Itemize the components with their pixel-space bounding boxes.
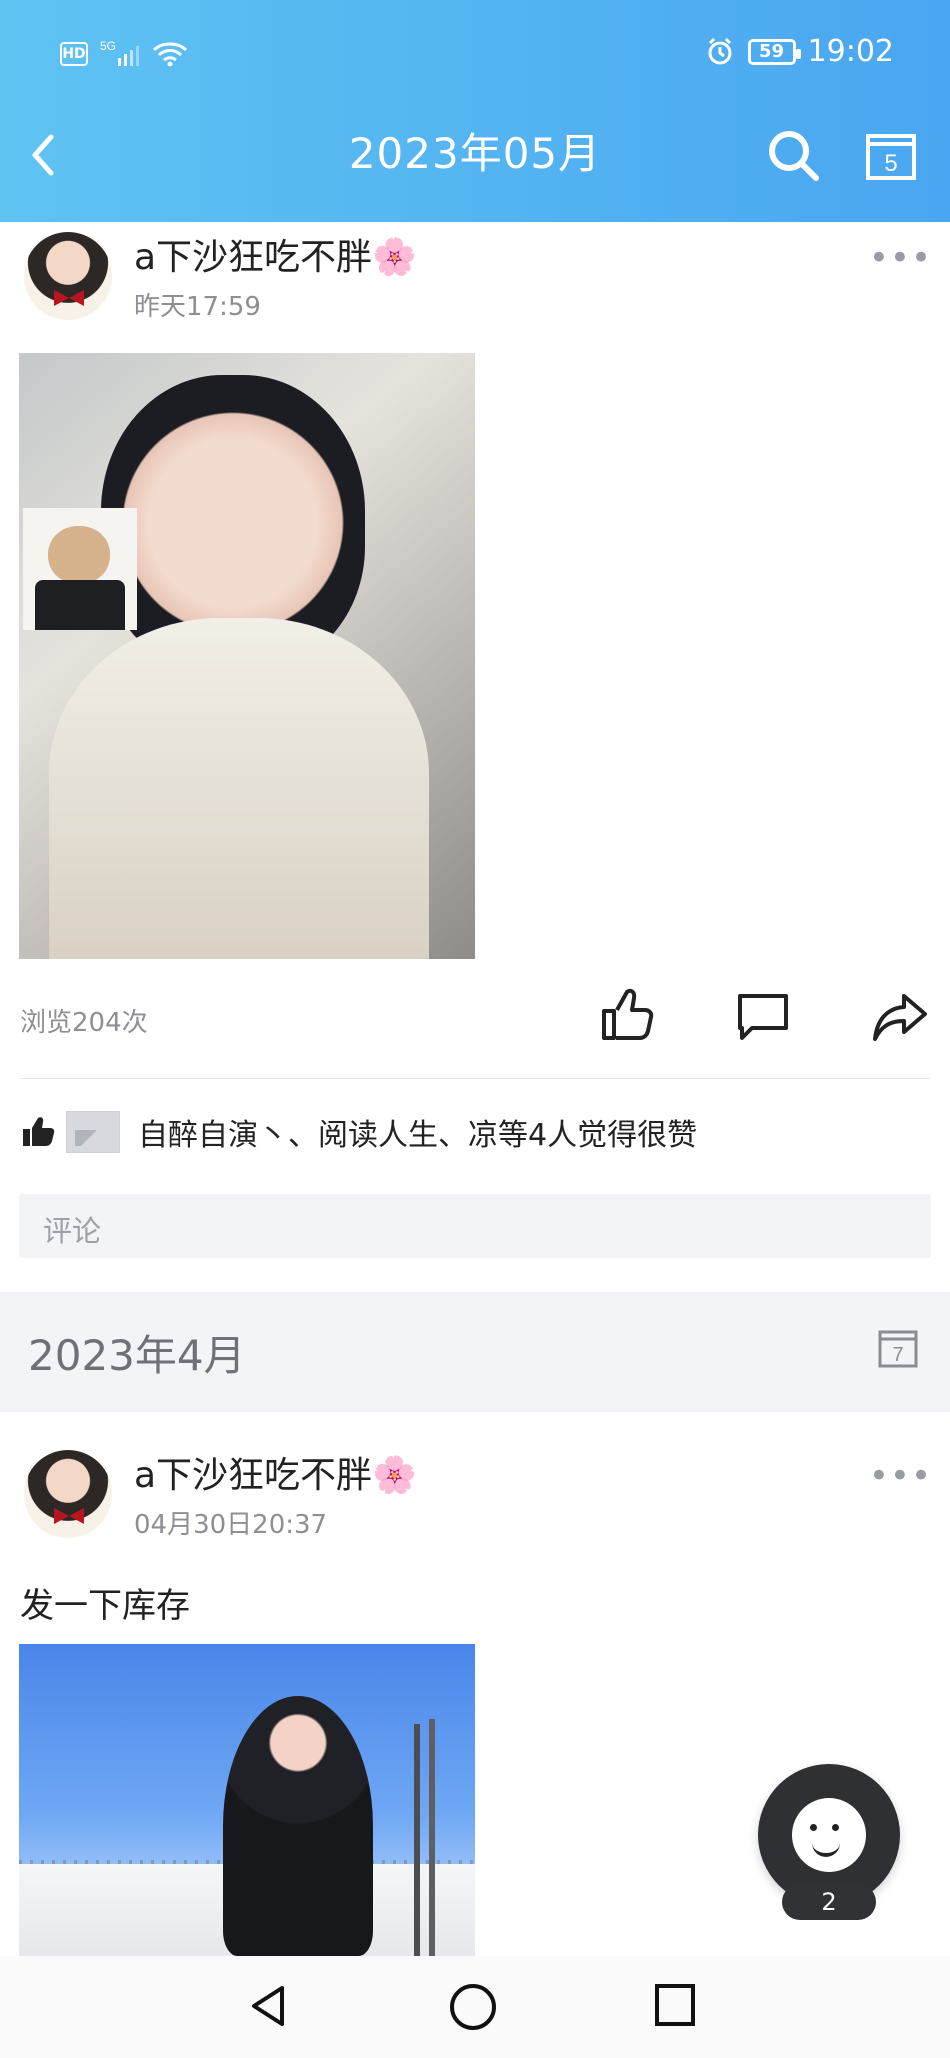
month-calendar-day: 7 bbox=[892, 1344, 903, 1366]
image-placeholder-icon bbox=[66, 1111, 120, 1153]
app-screen: HD 5G 59 19:02 2023年05月 5 a下沙狂吃不胖🌸 昨天17:… bbox=[0, 0, 950, 2058]
month-label: 2023年4月 bbox=[28, 1331, 246, 1380]
nav-recent-button[interactable] bbox=[655, 1984, 695, 2026]
comment-icon bbox=[738, 994, 788, 1040]
status-right: 59 19:02 bbox=[704, 34, 894, 69]
comment-button[interactable] bbox=[732, 986, 794, 1048]
post-time: 04月30日20:37 bbox=[134, 1510, 328, 1540]
system-nav-bar bbox=[0, 1956, 950, 2058]
author-name[interactable]: a下沙狂吃不胖🌸 bbox=[134, 228, 417, 280]
post-image[interactable] bbox=[19, 1644, 475, 1956]
calendar-day-label: 5 bbox=[884, 150, 897, 177]
alarm-icon bbox=[708, 37, 732, 64]
battery-indicator: 59 bbox=[747, 38, 801, 65]
comment-input[interactable]: 评论 bbox=[19, 1194, 931, 1258]
floating-badge: 2 bbox=[782, 1884, 876, 1920]
avatar[interactable] bbox=[24, 1450, 112, 1538]
divider bbox=[20, 1078, 930, 1079]
status-time: 19:02 bbox=[807, 34, 894, 69]
search-icon bbox=[769, 131, 819, 181]
share-icon bbox=[873, 994, 927, 1041]
author-name[interactable]: a下沙狂吃不胖🌸 bbox=[134, 1446, 417, 1498]
hd-badge: HD bbox=[60, 42, 88, 66]
more-button[interactable]: ••• bbox=[869, 238, 932, 278]
status-left: HD 5G bbox=[60, 38, 188, 70]
more-button[interactable]: ••• bbox=[869, 1456, 932, 1496]
post-time: 昨天17:59 bbox=[134, 292, 261, 322]
wifi-icon bbox=[152, 42, 188, 67]
more-icon: ••• bbox=[868, 238, 932, 278]
cat-suit bbox=[35, 580, 125, 630]
more-icon: ••• bbox=[868, 1456, 932, 1496]
smile-icon bbox=[792, 1798, 866, 1872]
month-calendar-icon[interactable]: 7 bbox=[876, 1326, 920, 1370]
view-count: 浏览204次 bbox=[20, 1008, 148, 1038]
avatar[interactable] bbox=[24, 232, 112, 320]
like-small-icon bbox=[23, 1117, 55, 1146]
person-shirt bbox=[49, 618, 429, 959]
share-button[interactable] bbox=[870, 986, 932, 1048]
signal-label: 5G bbox=[100, 39, 116, 53]
likes-text: 自醉自演丶、阅读人生、凉等4人觉得很赞 bbox=[138, 1118, 698, 1153]
ski-pole bbox=[429, 1719, 435, 1956]
likes-row[interactable]: 自醉自演丶、阅读人生、凉等4人觉得很赞 bbox=[20, 1110, 697, 1154]
month-section: 2023年4月 7 bbox=[0, 1292, 950, 1412]
top-header: HD 5G 59 19:02 2023年05月 5 bbox=[0, 0, 950, 222]
like-icon bbox=[602, 988, 654, 1040]
ski-pole bbox=[414, 1724, 420, 1956]
signal-icon: 5G bbox=[100, 39, 139, 66]
post-text: 发一下库存 bbox=[20, 1586, 190, 1626]
cat-head bbox=[48, 526, 110, 584]
cat-sticker bbox=[23, 508, 137, 630]
like-button[interactable] bbox=[595, 984, 657, 1046]
status-bar: HD 5G 59 19:02 bbox=[0, 0, 950, 110]
nav-home-button[interactable] bbox=[450, 1984, 496, 2030]
nav-back-icon[interactable] bbox=[248, 1984, 288, 2028]
post-image[interactable] bbox=[19, 353, 475, 959]
calendar-button[interactable]: 5 bbox=[858, 122, 924, 188]
skier-person bbox=[223, 1696, 373, 1956]
search-button[interactable] bbox=[760, 122, 826, 188]
calendar-icon: 5 bbox=[866, 134, 916, 180]
